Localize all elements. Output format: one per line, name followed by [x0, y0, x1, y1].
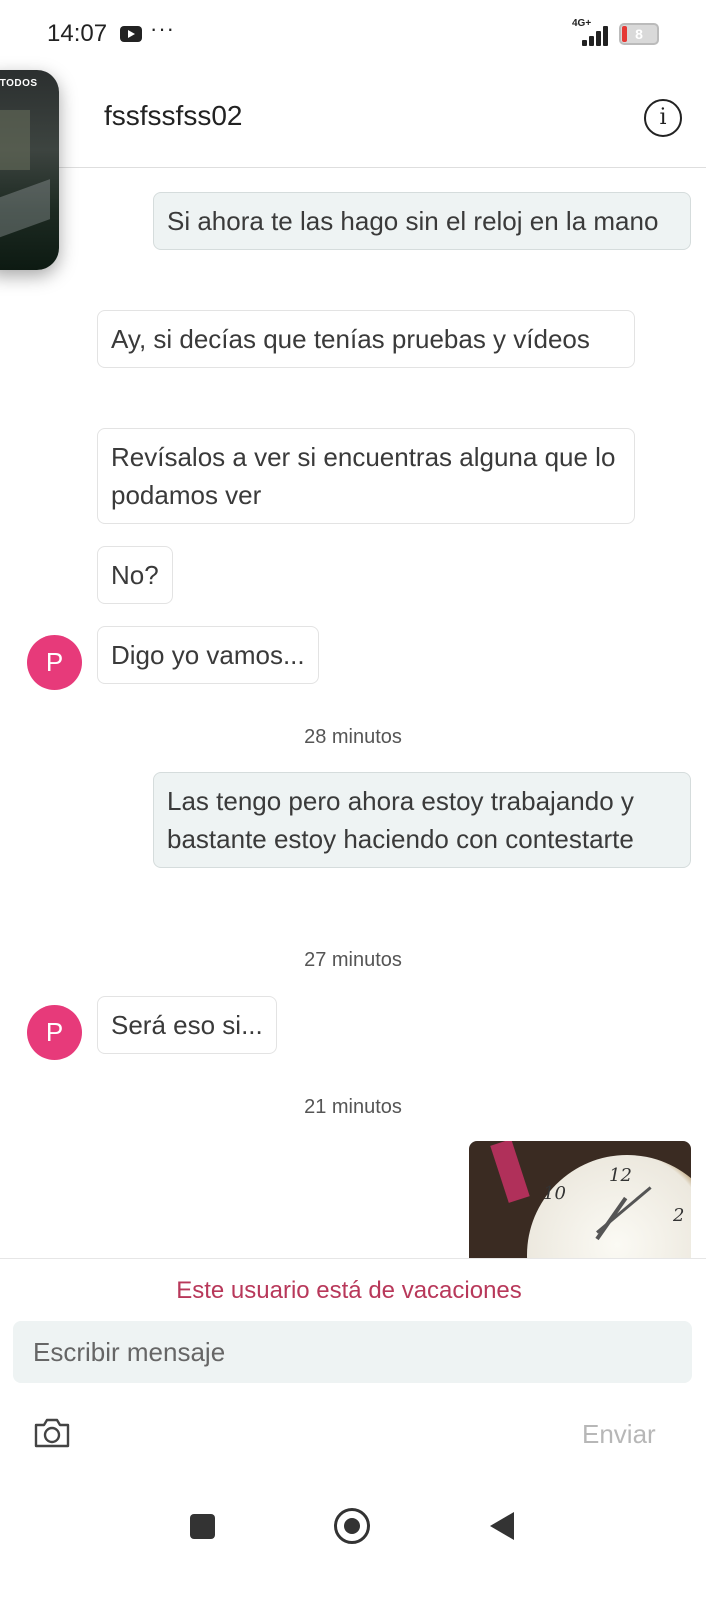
- message-outgoing[interactable]: Las tengo pero ahora estoy trabajando y …: [153, 772, 691, 868]
- timestamp: 21 minutos: [304, 1096, 402, 1118]
- status-bar: 14:07 ··· 4G+ 8: [0, 0, 719, 68]
- recents-icon[interactable]: [190, 1514, 215, 1539]
- chat-header: fssfssfss02 i: [0, 68, 706, 168]
- floating-video[interactable]: UTODOS: [0, 70, 59, 270]
- message-incoming[interactable]: Digo yo vamos...: [97, 626, 319, 684]
- dial-number: 12: [609, 1165, 632, 1186]
- status-time: 14:07: [47, 20, 108, 47]
- more-notifications-icon: ···: [150, 16, 175, 41]
- send-button[interactable]: Enviar: [582, 1419, 656, 1450]
- message-incoming[interactable]: Ay, si decías que tenías pruebas y vídeo…: [97, 310, 635, 368]
- avatar[interactable]: P: [27, 1005, 82, 1060]
- message-input[interactable]: [13, 1321, 692, 1383]
- back-icon[interactable]: [490, 1512, 514, 1540]
- vacation-notice: Este usuario está de vacaciones: [176, 1277, 522, 1304]
- avatar[interactable]: P: [27, 635, 82, 690]
- timestamp: 28 minutos: [304, 726, 402, 748]
- message-incoming[interactable]: Revísalos a ver si encuentras alguna que…: [97, 428, 635, 524]
- photo-message[interactable]: 12 10 2: [469, 1141, 691, 1258]
- message-outgoing[interactable]: Si ahora te las hago sin el reloj en la …: [153, 192, 691, 250]
- signal-icon: 4G+: [572, 18, 610, 46]
- camera-icon[interactable]: [33, 1417, 71, 1449]
- youtube-icon: [120, 26, 142, 42]
- home-icon[interactable]: [334, 1508, 370, 1544]
- timestamp: 27 minutos: [304, 949, 402, 971]
- info-icon[interactable]: i: [644, 99, 682, 137]
- battery-icon: 8: [619, 23, 659, 45]
- chat-title: fssfssfss02: [104, 100, 243, 131]
- network-type: 4G+: [572, 18, 592, 29]
- message-incoming[interactable]: No?: [97, 546, 173, 604]
- dial-number: 10: [543, 1183, 566, 1204]
- message-incoming[interactable]: Será eso si...: [97, 996, 277, 1054]
- floating-video-label: UTODOS: [0, 78, 38, 89]
- composer: Este usuario está de vacaciones Enviar: [0, 1258, 706, 1478]
- system-nav-bar: [0, 1480, 719, 1600]
- battery-level: 8: [635, 26, 643, 42]
- dial-number: 2: [673, 1205, 685, 1226]
